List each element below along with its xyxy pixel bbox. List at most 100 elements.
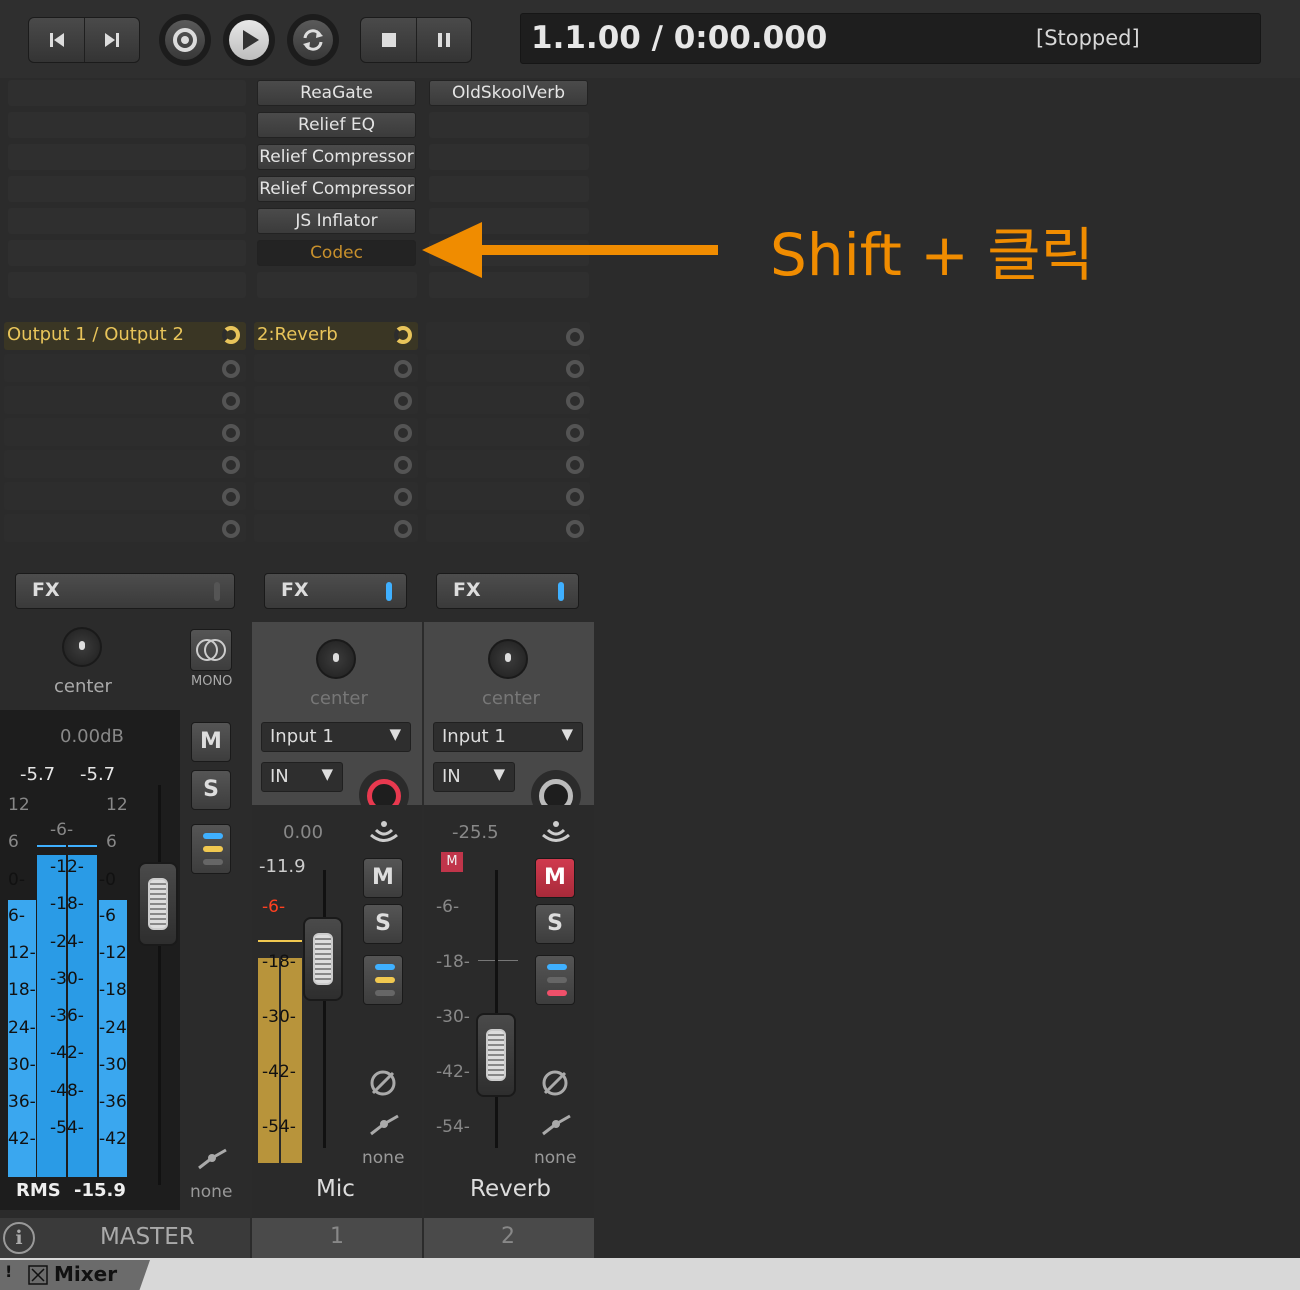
- reverb-scale-tick: -6-: [436, 897, 460, 917]
- send-empty[interactable]: [254, 386, 418, 414]
- master-volume[interactable]: 0.00dB: [60, 726, 124, 747]
- send-track1-reverb[interactable]: 2:Reverb: [254, 322, 418, 350]
- mono-button[interactable]: [190, 629, 232, 671]
- send-empty[interactable]: [4, 386, 246, 414]
- play-button[interactable]: [223, 14, 275, 66]
- stop-button[interactable]: [361, 18, 416, 62]
- mic-peak[interactable]: -11.9: [259, 856, 306, 877]
- reverb-input-select[interactable]: Input 1 ▼: [433, 722, 583, 752]
- skip-button-group: [28, 17, 140, 63]
- mic-mute-button[interactable]: M: [363, 858, 403, 898]
- send-empty[interactable]: [4, 450, 246, 478]
- fx-slot-empty[interactable]: [257, 272, 417, 298]
- fx-slot-empty[interactable]: [8, 176, 246, 202]
- mic-track-number[interactable]: 1: [330, 1224, 344, 1249]
- send-empty[interactable]: [426, 386, 590, 414]
- reverb-volume[interactable]: -25.5: [452, 822, 499, 843]
- reverb-track-name[interactable]: Reverb: [470, 1176, 551, 1202]
- send-empty[interactable]: [4, 418, 246, 446]
- send-level-knob[interactable]: [222, 326, 240, 344]
- phase-invert-icon[interactable]: [368, 1068, 398, 1098]
- send-empty[interactable]: [426, 482, 590, 510]
- fx-slot-empty[interactable]: [429, 144, 589, 170]
- send-empty[interactable]: [4, 514, 246, 542]
- go-to-end-button[interactable]: [84, 18, 139, 62]
- fx-slot-relief-compressor[interactable]: Relief Compressor: [257, 144, 416, 170]
- send-empty[interactable]: [254, 354, 418, 382]
- master-peak-right[interactable]: -5.7: [80, 764, 115, 785]
- send-empty[interactable]: [426, 418, 590, 446]
- fx-slot-empty[interactable]: [429, 176, 589, 202]
- mic-monitor-icon[interactable]: [368, 818, 400, 846]
- reverb-pan-knob[interactable]: [488, 639, 528, 679]
- send-empty[interactable]: [4, 482, 246, 510]
- time-display[interactable]: 1.1.00 / 0:00.000 [Stopped]: [520, 13, 1261, 64]
- reverb-fader[interactable]: [476, 1013, 516, 1097]
- fx-slot-reagate[interactable]: ReaGate: [257, 80, 416, 106]
- fx-slot-empty[interactable]: [8, 272, 246, 298]
- go-to-start-button[interactable]: [29, 18, 84, 62]
- input-value: Input 1: [270, 726, 334, 747]
- info-icon[interactable]: i: [3, 1222, 35, 1254]
- automation-icon[interactable]: [368, 1112, 402, 1138]
- mic-pan-knob[interactable]: [316, 639, 356, 679]
- pause-button[interactable]: [416, 18, 471, 62]
- master-solo-button[interactable]: S: [191, 770, 231, 810]
- mic-fx-state-button[interactable]: [363, 955, 403, 1005]
- reverb-automation-mode[interactable]: none: [534, 1148, 576, 1168]
- fx-slot-empty[interactable]: [8, 144, 246, 170]
- master-fader[interactable]: [138, 862, 178, 946]
- send-empty[interactable]: [254, 482, 418, 510]
- mic-monitor-select[interactable]: IN ▼: [261, 762, 343, 792]
- send-empty[interactable]: [254, 514, 418, 542]
- fx-slot-empty[interactable]: [429, 112, 589, 138]
- fx-slot-oldskoolverb[interactable]: OldSkoolVerb: [429, 80, 588, 106]
- fx-slot-js-inflator[interactable]: JS Inflator: [257, 208, 416, 234]
- master-scale-left-tick: 6: [8, 832, 19, 852]
- fx-slot-empty[interactable]: [8, 112, 246, 138]
- mic-automation-mode[interactable]: none: [362, 1148, 404, 1168]
- send-empty[interactable]: [426, 450, 590, 478]
- automation-icon[interactable]: [540, 1112, 574, 1138]
- automation-icon[interactable]: [196, 1146, 230, 1172]
- reverb-mute-button[interactable]: M: [535, 858, 575, 898]
- reverb-track-number[interactable]: 2: [501, 1224, 515, 1249]
- send-empty[interactable]: [426, 354, 590, 382]
- mic-fader[interactable]: [303, 917, 343, 1001]
- reverb-monitor-icon[interactable]: [540, 818, 572, 846]
- reverb-fx-state-button[interactable]: [535, 955, 575, 1005]
- reverb-monitor-select[interactable]: IN ▼: [433, 762, 515, 792]
- master-mute-button[interactable]: M: [191, 722, 231, 762]
- fx-slot-relief-compressor-2[interactable]: Relief Compressor: [257, 176, 416, 202]
- mic-solo-button[interactable]: S: [363, 904, 403, 944]
- mic-track-name[interactable]: Mic: [316, 1176, 355, 1202]
- send-empty[interactable]: [254, 418, 418, 446]
- close-tab-icon[interactable]: [28, 1265, 48, 1285]
- fx-slot-relief-eq[interactable]: Relief EQ: [257, 112, 416, 138]
- send-master-output[interactable]: Output 1 / Output 2: [4, 322, 246, 350]
- record-button[interactable]: [159, 14, 211, 66]
- repeat-button[interactable]: [287, 14, 339, 66]
- fx-slot-empty[interactable]: [8, 208, 246, 234]
- phase-invert-icon[interactable]: [540, 1068, 570, 1098]
- send-empty[interactable]: [426, 322, 590, 350]
- mic-input-select[interactable]: Input 1 ▼: [261, 722, 411, 752]
- reverb-fx-button[interactable]: FX: [436, 573, 579, 609]
- mic-fx-button[interactable]: FX: [264, 573, 407, 609]
- send-empty[interactable]: [254, 450, 418, 478]
- send-empty[interactable]: [426, 514, 590, 542]
- master-pan-knob[interactable]: [62, 627, 102, 667]
- fx-slot-empty[interactable]: [8, 240, 246, 266]
- master-track-name[interactable]: MASTER: [100, 1224, 195, 1250]
- reverb-solo-button[interactable]: S: [535, 904, 575, 944]
- fx-slot-empty[interactable]: [8, 80, 246, 106]
- fx-slot-codec-offline[interactable]: Codec: [257, 240, 416, 266]
- send-empty[interactable]: [4, 354, 246, 382]
- master-fx-button[interactable]: FX: [15, 573, 235, 609]
- master-automation-mode[interactable]: none: [190, 1182, 232, 1202]
- master-fx-state-button[interactable]: [191, 824, 231, 874]
- mic-volume[interactable]: 0.00: [283, 822, 323, 843]
- master-peak-left[interactable]: -5.7: [20, 764, 55, 785]
- mixer-tab-label[interactable]: Mixer: [54, 1262, 117, 1286]
- send-level-knob[interactable]: [394, 326, 412, 344]
